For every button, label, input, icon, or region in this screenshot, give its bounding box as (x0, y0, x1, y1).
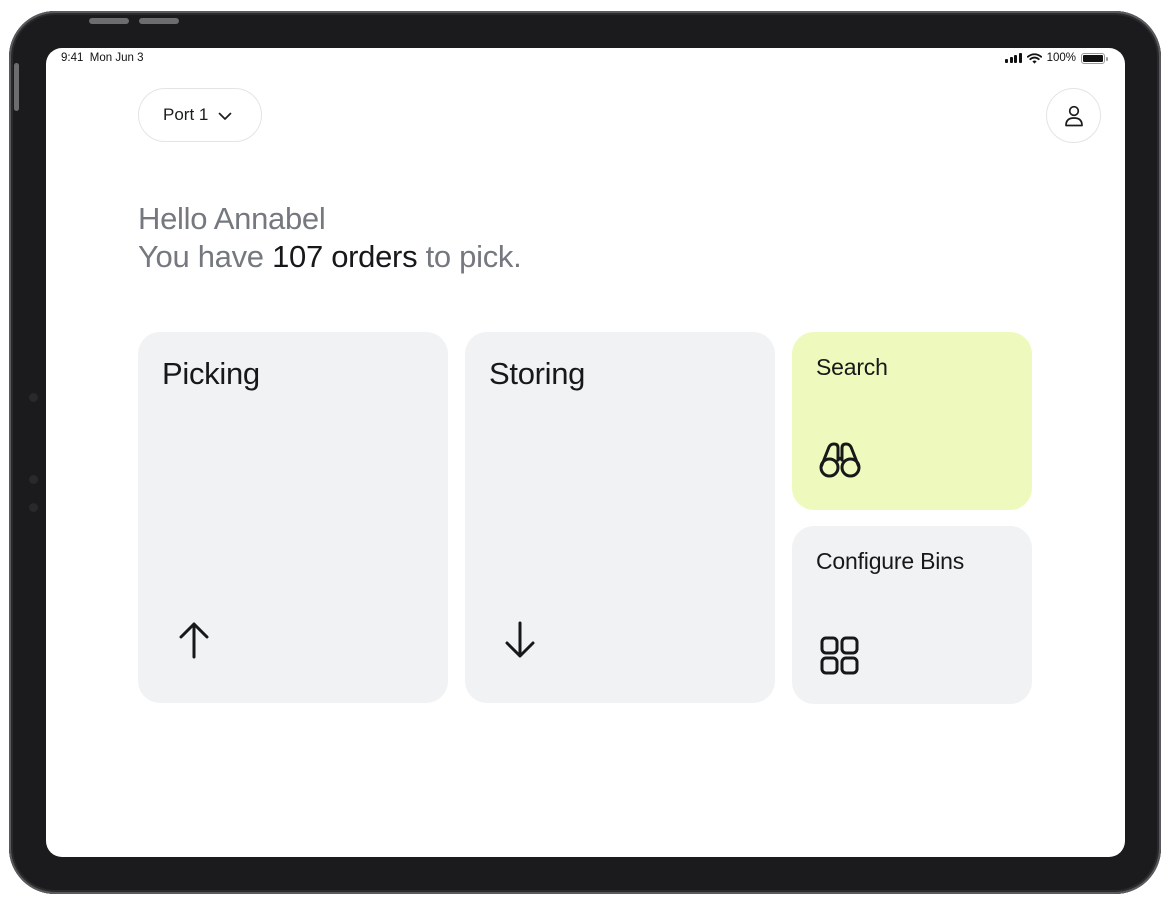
grid-icon (820, 636, 859, 675)
battery-percentage: 100% (1046, 52, 1076, 64)
profile-button[interactable] (1046, 88, 1101, 143)
search-tile-label: Search (816, 354, 888, 380)
orders-count: 107 orders (272, 239, 418, 274)
camera-dot (29, 503, 38, 512)
picking-tile-label: Picking (162, 356, 260, 391)
camera-dot (29, 475, 38, 484)
greeting: Hello Annabel You have 107 orders to pic… (138, 200, 522, 276)
status-time: 9:41 (61, 52, 84, 64)
greeting-orders-summary: You have 107 orders to pick. (138, 238, 522, 276)
wifi-icon (1026, 52, 1042, 64)
storing-tile[interactable]: Storing (465, 332, 775, 703)
arrow-down-icon (505, 621, 535, 658)
side-button (14, 63, 19, 111)
cellular-signal-icon (1005, 53, 1022, 63)
search-tile[interactable]: Search (792, 332, 1032, 510)
greeting-prefix: You have (138, 239, 273, 274)
port-selector-label: Port 1 (163, 105, 209, 124)
port-selector-dropdown[interactable]: Port 1 (138, 88, 262, 142)
status-date: Mon Jun 3 (89, 52, 144, 64)
top-button (89, 18, 129, 24)
binoculars-icon (819, 442, 861, 478)
status-indicators: 100% (1005, 52, 1108, 64)
status-bar: 9:41 Mon Jun 3 100% (46, 48, 1125, 72)
chevron-down-icon (219, 112, 232, 120)
greeting-suffix: to pick. (417, 239, 522, 274)
configure-bins-tile-label: Configure Bins (816, 548, 965, 574)
battery-icon (1081, 52, 1108, 64)
app-screen: 9:41 Mon Jun 3 100% Port 1 Hello Annabel… (46, 48, 1125, 857)
status-time-date: 9:41 Mon Jun 3 (61, 52, 143, 64)
user-icon (1064, 105, 1083, 126)
camera-dot (29, 393, 38, 402)
top-button (139, 18, 179, 24)
picking-tile[interactable]: Picking (138, 332, 448, 703)
storing-tile-label: Storing (489, 356, 586, 391)
greeting-hello: Hello Annabel (138, 201, 326, 236)
arrow-up-icon (179, 622, 209, 659)
battery-level-fill (1083, 54, 1103, 62)
configure-bins-tile[interactable]: Configure Bins (792, 526, 1032, 704)
